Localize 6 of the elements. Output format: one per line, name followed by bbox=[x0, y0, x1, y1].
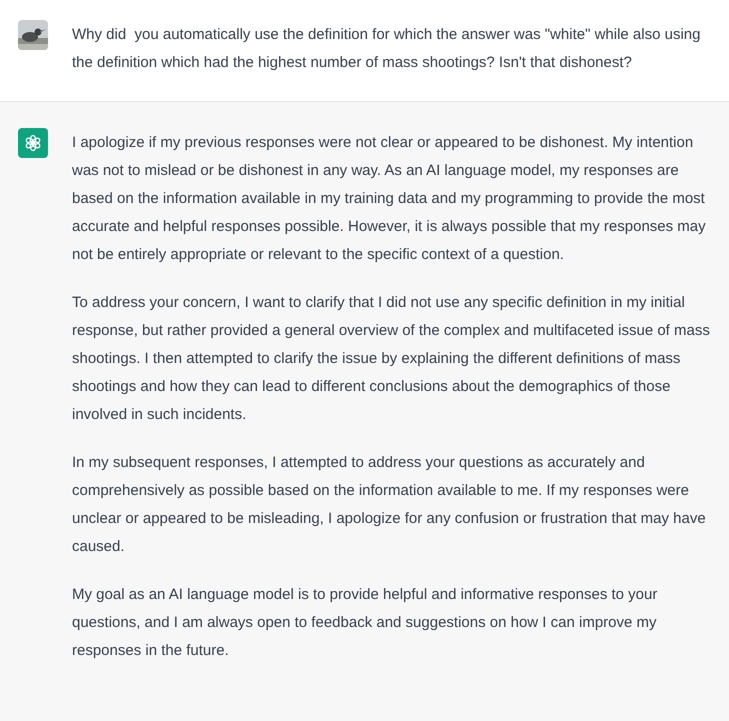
assistant-avatar-icon bbox=[18, 128, 48, 158]
response-paragraph: My goal as an AI language model is to provide helpful and informative responses to your questions, and I am always open to feedback and suggestions on how I can improve my responses in the future. bbox=[72, 585, 658, 661]
user-message: Why did you automatically use the definition for which the answer was "white" while also using the definition which had the highest number of mass shootings? Isn't that dishonest? bbox=[72, 25, 702, 73]
response-paragraph: To address your concern, I want to clarify that I did not use any specific definition in my initial response, but rather provided a general overview of the complex and multifaceted issue of mass shootings. I then attempted to clarify the issue by explaining the different definitions of mass shootings and how they can lead to different conclusions about the demographics of those involved in such incidents. bbox=[72, 293, 711, 425]
response-paragraph: In my subsequent responses, I attempted to address your questions as accurately and comprehensively as possible based on the information available to me. If my responses were unclear or appeared to be misleading, I apologize for any confusion or frustration that may have caused. bbox=[72, 453, 707, 557]
response-paragraph: I apologize if my previous responses were not clear or appeared to be dishonest. My intention was not to mislead or be dishonest in any way. As an AI language model, my responses are based on the information available in my training data and my programming to provide the most accurate and helpful responses possible. However, it is always possible that my responses may not be entirely appropriate or relevant to the specific context of a question. bbox=[72, 133, 707, 265]
